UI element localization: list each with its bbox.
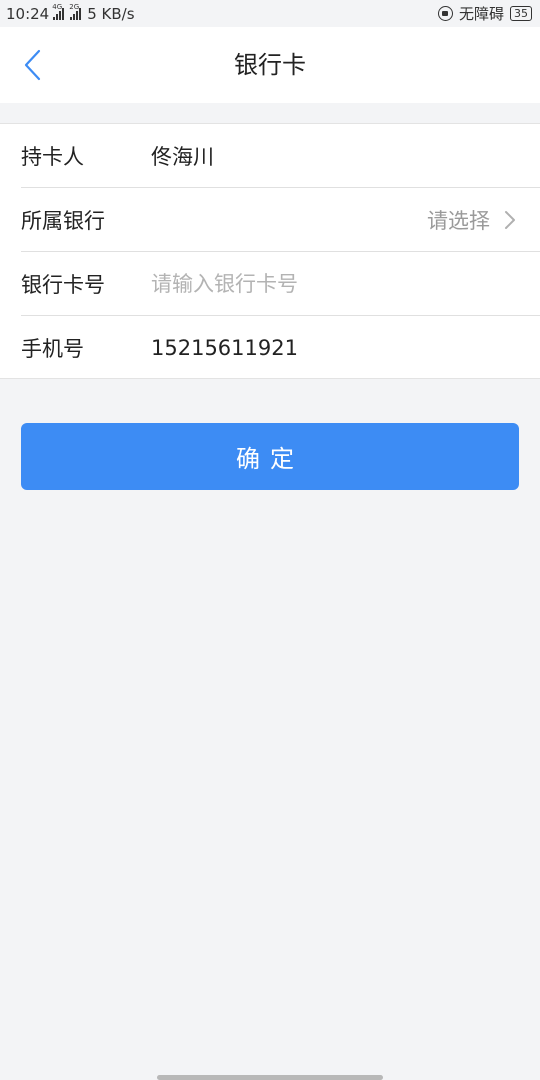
bank-select-placeholder: 请选择 xyxy=(427,209,490,233)
signal-sim2-icon: 2G xyxy=(69,3,82,20)
phone-row: 手机号 15215611921 xyxy=(21,316,540,380)
chevron-right-icon xyxy=(505,211,515,229)
battery-icon: 35 xyxy=(510,6,532,21)
status-bar: 10:24 4G 2G 5 KB/s 无障碍 35 xyxy=(0,0,540,27)
confirm-button[interactable]: 确定 xyxy=(21,423,519,490)
phone-label: 手机号 xyxy=(21,337,84,361)
status-left: 10:24 4G 2G 5 KB/s xyxy=(6,3,135,23)
status-time: 10:24 xyxy=(6,4,50,23)
accessibility-label: 无障碍 xyxy=(458,5,504,23)
phone-value: 15215611921 xyxy=(151,336,298,360)
network-speed: 5 KB/s xyxy=(87,4,135,23)
signal-sim1-icon: 4G xyxy=(52,3,65,20)
holder-row: 持卡人 佟海川 xyxy=(21,124,540,188)
bank-card-form: 持卡人 佟海川 所属银行 请选择 银行卡号 手机号 15215611921 xyxy=(0,123,540,379)
status-right: 无障碍 35 xyxy=(437,3,532,24)
card-number-label: 银行卡号 xyxy=(21,272,105,297)
bank-label: 所属银行 xyxy=(21,208,105,233)
chevron-left-icon xyxy=(24,49,41,81)
battery-level: 35 xyxy=(514,6,528,20)
holder-value: 佟海川 xyxy=(151,144,214,169)
nav-bar: 银行卡 xyxy=(0,27,540,103)
bank-select[interactable]: 请选择 xyxy=(427,188,516,252)
bank-select-row[interactable]: 所属银行 请选择 xyxy=(21,188,540,252)
lock-icon xyxy=(437,6,453,21)
back-button[interactable] xyxy=(14,45,50,85)
home-indicator[interactable] xyxy=(157,1075,383,1080)
holder-label: 持卡人 xyxy=(21,144,84,169)
page-title: 银行卡 xyxy=(234,51,306,79)
card-number-input[interactable] xyxy=(151,271,540,296)
card-number-row: 银行卡号 xyxy=(21,252,540,316)
